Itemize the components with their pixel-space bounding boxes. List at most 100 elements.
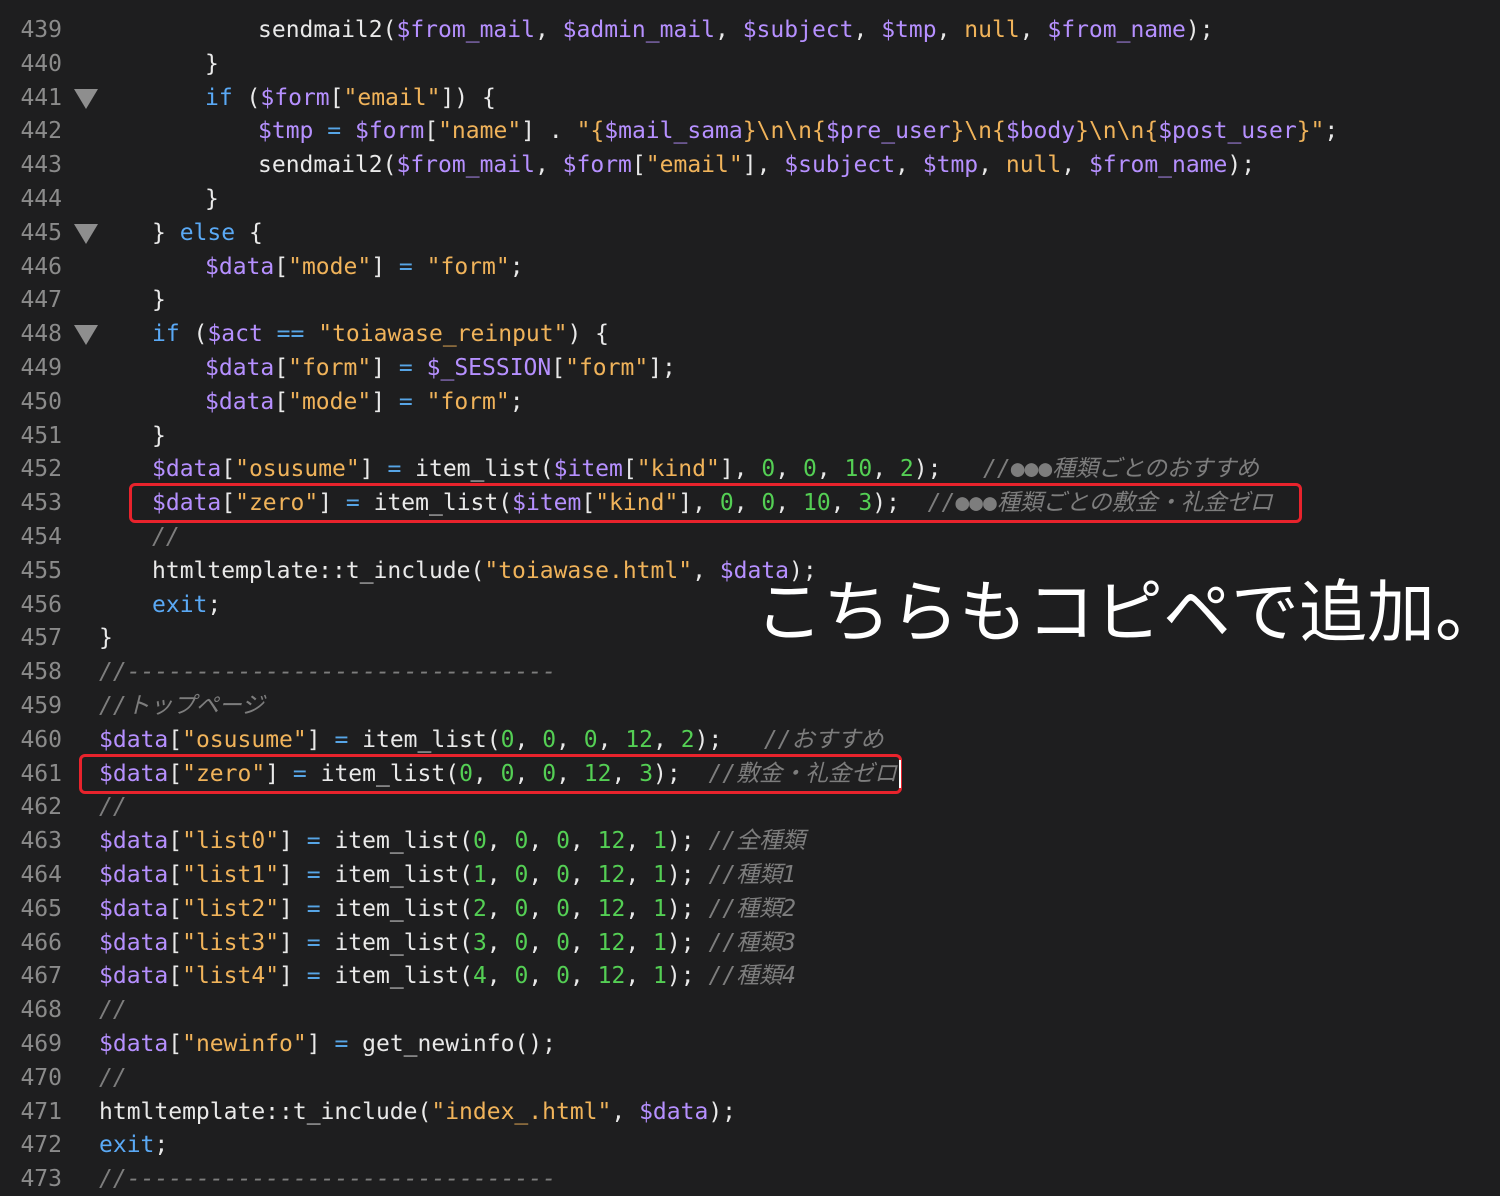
line-number: 466 xyxy=(20,930,62,956)
code-token: item_list( xyxy=(320,896,473,922)
code-token: "list2" xyxy=(182,896,280,922)
code-token: 0 xyxy=(514,896,529,922)
code-token: ] xyxy=(279,930,307,956)
code-text: if ($act == "toiawase_reinput") { xyxy=(152,317,609,351)
code-line[interactable]: 459 //トップページ xyxy=(0,689,1500,723)
code-line[interactable]: 464 $data["list1"] = item_list(1, 0, 0, 1… xyxy=(0,858,1500,892)
code-line[interactable]: 473 //------------------------------- xyxy=(0,1162,1500,1196)
code-token: if xyxy=(152,321,180,347)
code-token: }\n\n{ xyxy=(1075,118,1159,144)
code-token: "form" xyxy=(426,254,510,280)
code-token: ] xyxy=(306,1031,335,1057)
code-token: 3 xyxy=(472,930,487,956)
code-token: "kind" xyxy=(595,490,679,516)
code-line[interactable]: 444} xyxy=(0,182,1500,216)
code-token: [ xyxy=(168,761,183,787)
code-line[interactable]: 466 $data["list3"] = item_list(3, 0, 0, 1… xyxy=(0,926,1500,960)
code-line[interactable]: 471 htmltemplate::t_include("index_.html"… xyxy=(0,1095,1500,1129)
code-line[interactable]: 450 $data["mode"] = "form"; xyxy=(0,385,1500,419)
code-line[interactable]: 442 $tmp = $form["name"] . "{$mail_sama}\… xyxy=(0,114,1500,148)
code-token: , xyxy=(625,828,654,854)
code-line[interactable]: 470 // xyxy=(0,1061,1500,1095)
code-line[interactable]: 461 $data["zero"] = item_list(0, 0, 0, 12… xyxy=(0,757,1500,791)
code-token: 3 xyxy=(639,761,654,787)
code-token: $_SESSION xyxy=(426,355,552,381)
code-line[interactable]: 447} xyxy=(0,283,1500,317)
code-line[interactable]: 467 $data["list4"] = item_list(4, 0, 0, 1… xyxy=(0,959,1500,993)
code-text: //------------------------------- xyxy=(99,655,556,689)
code-token: //おすすめ xyxy=(763,727,884,753)
code-token: ] xyxy=(265,761,293,787)
code-token: = xyxy=(306,862,321,888)
code-token: , xyxy=(816,456,845,482)
code-text: } xyxy=(152,419,166,453)
code-line[interactable]: 445} else { xyxy=(0,216,1500,250)
code-line[interactable]: 462 // xyxy=(0,790,1500,824)
code-token: = xyxy=(306,963,321,989)
code-token: ); xyxy=(708,1099,737,1125)
code-line[interactable]: 465 $data["list2"] = item_list(2, 0, 0, 1… xyxy=(0,892,1500,926)
code-token: } xyxy=(99,625,113,651)
code-token: // xyxy=(99,997,127,1023)
code-line[interactable]: 443 sendmail2($from_mail, $form["email"],… xyxy=(0,148,1500,182)
code-token: [ xyxy=(168,828,183,854)
code-token: $subject xyxy=(784,152,896,178)
code-token: }\n\n{ xyxy=(742,118,826,144)
code-line[interactable]: 439 sendmail2($from_mail, $admin_mail, $s… xyxy=(0,13,1500,47)
code-line[interactable]: 468 // xyxy=(0,993,1500,1027)
code-token: [ xyxy=(622,456,637,482)
code-token: ] xyxy=(371,355,399,381)
code-token: }\n{ xyxy=(950,118,1006,144)
code-line[interactable]: 453 $data["zero"] = item_list($item["kind… xyxy=(0,486,1500,520)
code-line[interactable]: 452 $data["osusume"] = item_list($item["k… xyxy=(0,452,1500,486)
code-token: "list3" xyxy=(182,930,280,956)
code-token: get_newinfo(); xyxy=(348,1031,557,1057)
fold-triangle-icon[interactable] xyxy=(74,325,98,345)
code-token: 0 xyxy=(542,727,557,753)
annotation-text: こちらもコピペで追加。 xyxy=(755,574,1500,653)
fold-triangle-icon[interactable] xyxy=(74,89,98,109)
code-line[interactable]: 460 $data["osusume"] = item_list(0, 0, 0,… xyxy=(0,723,1500,757)
code-line[interactable]: 454 // xyxy=(0,520,1500,554)
code-token: 0 xyxy=(719,490,734,516)
code-token: //------------------------------- xyxy=(99,1166,556,1192)
code-text: $data["zero"] = item_list(0, 0, 0, 12, 3… xyxy=(99,757,897,791)
code-line[interactable]: 448 if ($act == "toiawase_reinput") { xyxy=(0,317,1500,351)
line-number: 457 xyxy=(20,625,62,651)
code-text: } xyxy=(152,283,166,317)
code-token: item_list( xyxy=(348,727,501,753)
code-token: , xyxy=(569,862,598,888)
line-number: 444 xyxy=(20,186,62,212)
code-text: $data["list3"] = item_list(3, 0, 0, 12, … xyxy=(99,926,796,960)
code-token: 12 xyxy=(597,896,626,922)
code-token: , xyxy=(569,930,598,956)
code-token: null xyxy=(964,17,1020,43)
code-line[interactable]: 463 $data["list0"] = item_list(0, 0, 0, 1… xyxy=(0,824,1500,858)
code-token: , xyxy=(514,761,543,787)
code-line[interactable]: 441 if ($form["email"]) { xyxy=(0,81,1500,115)
code-line[interactable]: 449 $data["form"] = $_SESSION["form"]; xyxy=(0,351,1500,385)
code-line[interactable]: 446 $data["mode"] = "form"; xyxy=(0,250,1500,284)
code-line[interactable]: 469 $data["newinfo"] = get_newinfo(); xyxy=(0,1027,1500,1061)
code-line[interactable]: 458 //------------------------------- xyxy=(0,655,1500,689)
code-token: if xyxy=(205,85,233,111)
code-token: ); xyxy=(666,963,709,989)
code-token: ], xyxy=(719,456,762,482)
code-token: , xyxy=(625,862,654,888)
code-token: [ xyxy=(274,254,289,280)
code-token: 12 xyxy=(597,862,626,888)
code-token: , xyxy=(692,558,720,584)
line-number: 439 xyxy=(20,17,62,43)
code-token: [ xyxy=(329,85,344,111)
code-token: [ xyxy=(168,963,183,989)
line-number: 462 xyxy=(20,794,62,820)
code-token: 0 xyxy=(556,963,570,989)
code-line[interactable]: 451} xyxy=(0,419,1500,453)
fold-triangle-icon[interactable] xyxy=(74,224,98,244)
code-token: //トップページ xyxy=(99,693,265,719)
code-line[interactable]: 440} xyxy=(0,47,1500,81)
code-line[interactable]: 472 exit; xyxy=(0,1128,1500,1162)
